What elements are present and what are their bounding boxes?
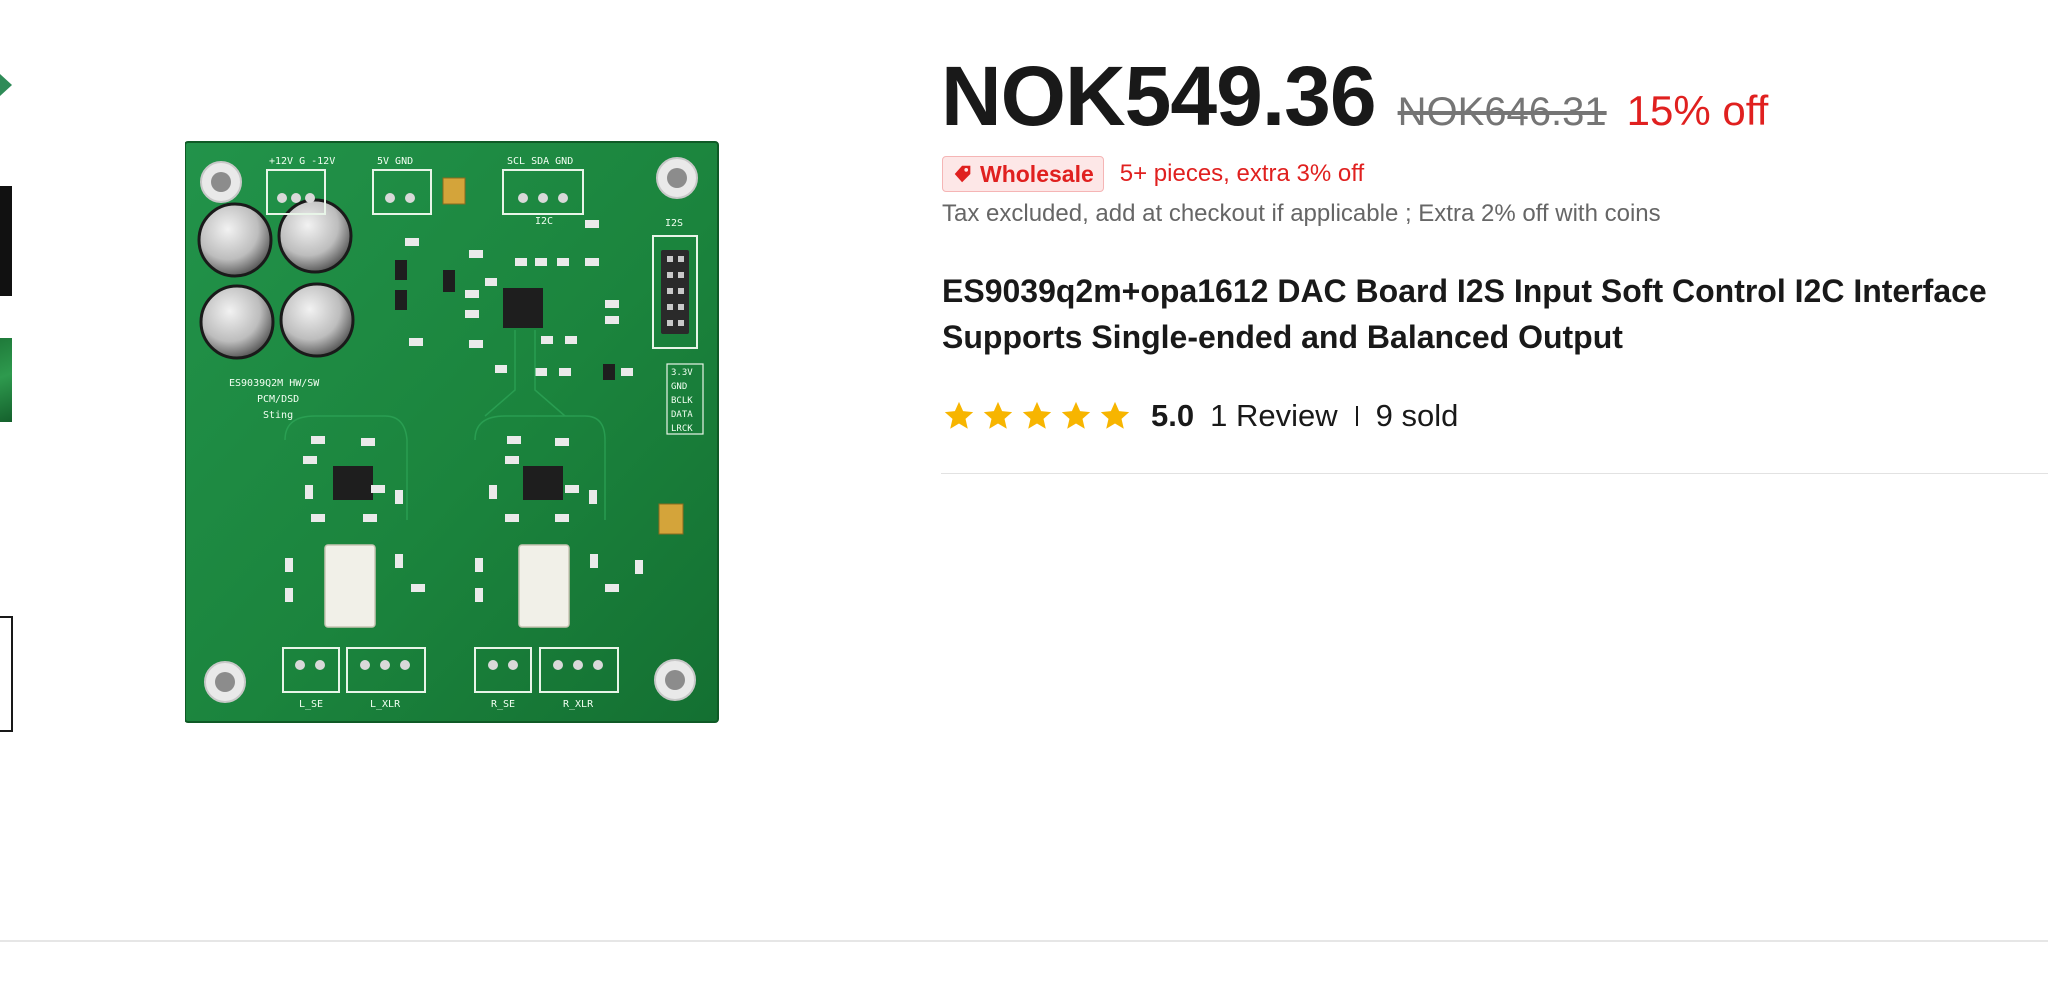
thumbnail-selected[interactable] — [0, 616, 13, 732]
thumbnail-image[interactable] — [0, 338, 12, 422]
page-divider — [0, 940, 2048, 942]
pcb-board-image: +12V G -12V 5V GND SCL SDA GND I2C I2S E… — [185, 141, 719, 723]
tag-icon — [954, 165, 971, 183]
wholesale-row: Wholesale 5+ pieces, extra 3% off — [942, 156, 1364, 192]
review-count-link[interactable]: 1 Review — [1210, 398, 1338, 434]
section-divider — [941, 473, 2048, 474]
pcb-i2s-pin: BCLK — [671, 396, 693, 406]
pcb-out-label: L_XLR — [370, 699, 401, 710]
pcb-i2s-pin: 3.3V — [671, 368, 693, 378]
separator — [1355, 406, 1358, 426]
pcb-i2c-header-label: SCL SDA GND — [507, 156, 573, 167]
rating-stars[interactable] — [942, 399, 1137, 433]
star-icon — [944, 401, 974, 429]
pcb-i2s-label: I2S — [665, 218, 683, 229]
star-icon — [983, 401, 1013, 429]
pcb-out-label: L_SE — [299, 699, 323, 710]
wholesale-offer: 5+ pieces, extra 3% off — [1119, 160, 1365, 187]
pcb-board-sub: PCM/DSD — [257, 394, 299, 405]
star-icon — [1100, 401, 1130, 429]
thumbnail-scroll-arrow-icon[interactable] — [0, 74, 12, 96]
main-product-image[interactable]: +12V G -12V 5V GND SCL SDA GND I2C I2S E… — [185, 140, 720, 725]
discount-label: 15% off — [1626, 87, 1769, 134]
pcb-board-name: ES9039Q2M HW/SW — [229, 378, 320, 389]
wholesale-badge[interactable]: Wholesale — [942, 156, 1104, 192]
rating-value: 5.0 — [1151, 398, 1195, 433]
thumbnail-strip — [0, 0, 20, 760]
pcb-i2s-pin: DATA — [671, 410, 693, 420]
tax-note: Tax excluded, add at checkout if applica… — [942, 200, 1661, 227]
sold-count: 9 sold — [1375, 398, 1459, 433]
thumbnail-image[interactable] — [0, 186, 12, 296]
pcb-out-label: R_XLR — [563, 699, 594, 710]
wholesale-badge-label: Wholesale — [980, 160, 1094, 187]
rating-row: 5.0 1 Review 9 sold — [942, 394, 1458, 438]
pcb-out-label: R_SE — [491, 699, 515, 710]
star-icon — [1022, 401, 1052, 429]
original-price: NOK646.31 — [1397, 90, 1607, 134]
pcb-5v-label: 5V GND — [377, 156, 413, 167]
current-price: NOK549.36 — [941, 49, 1377, 143]
pcb-i2s-pin: GND — [671, 382, 687, 392]
pcb-i2c-label: I2C — [535, 216, 553, 227]
product-page: +12V G -12V 5V GND SCL SDA GND I2C I2S E… — [0, 0, 2048, 999]
pcb-i2s-pin: LRCK — [671, 424, 693, 434]
pcb-power-label: +12V G -12V — [269, 156, 335, 167]
price-row: NOK549.36 NOK646.31 15% off — [941, 48, 1768, 148]
star-icon — [1061, 401, 1091, 429]
pcb-board-sub2: Sting — [263, 410, 293, 421]
product-title: ES9039q2m+opa1612 DAC Board I2S Input So… — [942, 273, 1987, 355]
